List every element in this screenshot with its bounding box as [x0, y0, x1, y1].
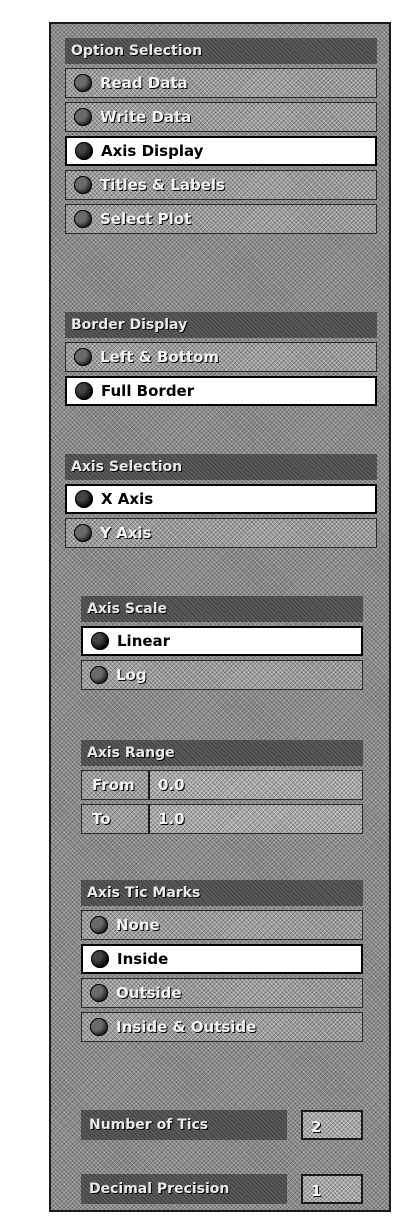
radio-selected-icon [75, 490, 93, 508]
option-axis-display[interactable]: Axis Display [65, 136, 377, 166]
axis-selection-group: Axis Selection X Axis Y Axis [65, 454, 377, 548]
option-label: Linear [117, 632, 171, 650]
radio-icon [90, 984, 108, 1002]
axis-selection-title: Axis Selection [65, 454, 377, 480]
option-label: Log [116, 666, 147, 684]
border-display-title: Border Display [65, 312, 377, 338]
axis-select-y[interactable]: Y Axis [65, 518, 377, 548]
radio-selected-icon [75, 142, 93, 160]
radio-selected-icon [91, 632, 109, 650]
option-label: X Axis [101, 490, 154, 508]
radio-selected-icon [75, 382, 93, 400]
number-of-tics-row: Number of Tics 2 [81, 1110, 363, 1140]
range-from-label: From [92, 776, 135, 794]
option-selection-title: Option Selection [65, 38, 377, 64]
option-label: Y Axis [100, 524, 152, 542]
option-label: Left & Bottom [100, 348, 219, 366]
radio-selected-icon [91, 950, 109, 968]
option-read-data[interactable]: Read Data [65, 68, 377, 98]
option-label: Inside [117, 950, 169, 968]
number-of-tics-label: Number of Tics [81, 1110, 287, 1140]
border-left-bottom[interactable]: Left & Bottom [65, 342, 377, 372]
axis-scale-title: Axis Scale [81, 596, 363, 622]
range-to-row: To 1.0 [81, 804, 363, 834]
option-label: Select Plot [100, 210, 192, 228]
radio-icon [74, 348, 92, 366]
border-full[interactable]: Full Border [65, 376, 377, 406]
option-label: Full Border [101, 382, 195, 400]
tic-inside-outside[interactable]: Inside & Outside [81, 1012, 363, 1042]
border-display-group: Border Display Left & Bottom Full Border [65, 312, 377, 406]
axis-options-panel: Option Selection Read Data Write Data Ax… [49, 22, 391, 1212]
option-label: None [116, 916, 160, 934]
radio-icon [74, 74, 92, 92]
option-selection-group: Option Selection Read Data Write Data Ax… [65, 38, 377, 234]
axis-tic-marks-title: Axis Tic Marks [81, 880, 363, 906]
range-to-label: To [92, 810, 111, 828]
range-from-input[interactable]: 0.0 [148, 771, 362, 799]
option-label: Read Data [100, 74, 188, 92]
axis-range-title: Axis Range [81, 740, 363, 766]
option-label: Axis Display [101, 142, 204, 160]
radio-icon [74, 210, 92, 228]
range-from-row: From 0.0 [81, 770, 363, 800]
scale-log[interactable]: Log [81, 660, 363, 690]
tic-outside[interactable]: Outside [81, 978, 363, 1008]
option-write-data[interactable]: Write Data [65, 102, 377, 132]
axis-tic-marks-group: Axis Tic Marks None Inside Outside Insid… [81, 880, 363, 1042]
axis-scale-group: Axis Scale Linear Log [81, 596, 363, 690]
tic-none[interactable]: None [81, 910, 363, 940]
option-label: Inside & Outside [116, 1018, 257, 1036]
number-of-tics-input[interactable]: 2 [301, 1110, 363, 1140]
option-label: Titles & Labels [100, 176, 225, 194]
decimal-precision-label: Decimal Precision [81, 1174, 287, 1204]
option-select-plot[interactable]: Select Plot [65, 204, 377, 234]
axis-range-group: Axis Range From 0.0 To 1.0 [81, 740, 363, 834]
radio-icon [74, 108, 92, 126]
range-to-input[interactable]: 1.0 [148, 805, 362, 833]
scale-linear[interactable]: Linear [81, 626, 363, 656]
radio-icon [74, 524, 92, 542]
option-label: Write Data [100, 108, 192, 126]
option-titles-labels[interactable]: Titles & Labels [65, 170, 377, 200]
tic-inside[interactable]: Inside [81, 944, 363, 974]
axis-select-x[interactable]: X Axis [65, 484, 377, 514]
radio-icon [90, 1018, 108, 1036]
radio-icon [90, 666, 108, 684]
decimal-precision-row: Decimal Precision 1 [81, 1174, 363, 1204]
decimal-precision-input[interactable]: 1 [301, 1174, 363, 1204]
radio-icon [74, 176, 92, 194]
option-label: Outside [116, 984, 182, 1002]
radio-icon [90, 916, 108, 934]
